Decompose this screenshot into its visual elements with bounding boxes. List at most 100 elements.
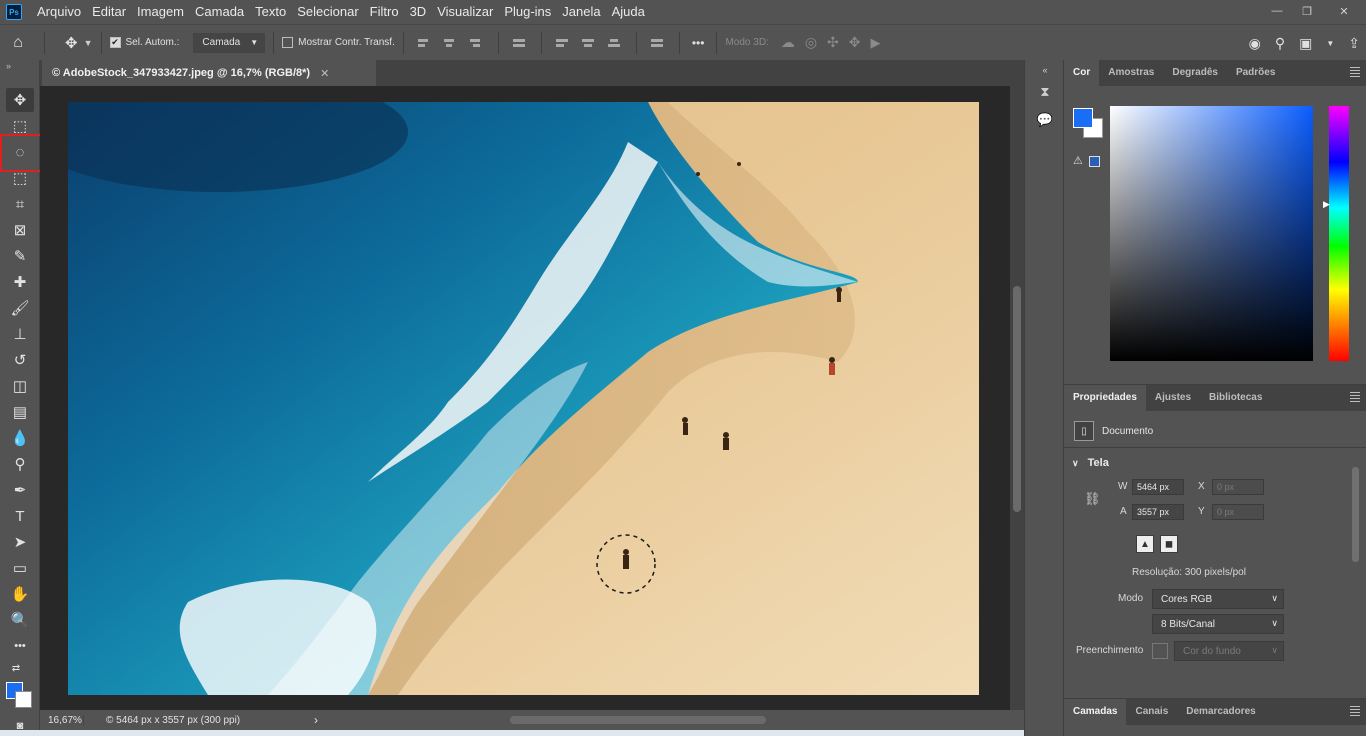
panel-menu-icon[interactable] [1350, 706, 1360, 716]
bit-depth-select[interactable]: 8 Bits/Canal ∨ [1152, 614, 1284, 634]
type-tool[interactable]: T [6, 504, 34, 528]
marquee-tool[interactable]: ⬚ [6, 114, 34, 138]
menu-selecionar[interactable]: Selecionar [292, 0, 364, 24]
menu-camada[interactable]: Camada [190, 0, 250, 24]
beach-photo[interactable] [68, 102, 979, 695]
foreground-color-chip[interactable] [1073, 108, 1093, 128]
path-select-tool[interactable]: ➤ [6, 530, 34, 554]
edit-toolbar[interactable]: ••• [6, 634, 34, 658]
gradient-tool[interactable]: ▤ [6, 400, 34, 424]
document-tab[interactable]: © AdobeStock_347933427.jpeg @ 16,7% (RGB… [42, 60, 376, 86]
eraser-tool[interactable]: ◫ [6, 374, 34, 398]
healing-brush-tool[interactable]: ✚ [6, 270, 34, 294]
align-center-v-icon[interactable] [581, 36, 596, 50]
home-icon[interactable]: ⌂ [0, 34, 36, 52]
tab-amostras[interactable]: Amostras [1099, 60, 1163, 86]
collapse-panels-icon[interactable]: « [1035, 60, 1055, 80]
menu-imagem[interactable]: Imagem [132, 0, 190, 24]
auto-select-checkbox[interactable]: ✔ [109, 37, 121, 48]
comments-panel-icon[interactable]: 💬 [1035, 110, 1055, 130]
background-color-swatch[interactable] [15, 691, 32, 708]
menu-ajuda[interactable]: Ajuda [607, 0, 651, 24]
search-icon[interactable]: ⚲ [1275, 35, 1285, 52]
close-window-button[interactable]: ✕ [1322, 0, 1366, 22]
workspace-icon[interactable]: ▣ [1299, 35, 1312, 52]
dodge-tool[interactable]: ⚲ [6, 452, 34, 476]
properties-scrollbar[interactable] [1350, 465, 1360, 675]
properties-scroll-thumb[interactable] [1352, 467, 1359, 562]
auto-select-target-dropdown[interactable]: Camada ▼ [193, 32, 266, 53]
gamut-warning-swatch[interactable] [1089, 156, 1100, 167]
tab-ajustes[interactable]: Ajustes [1146, 385, 1200, 411]
crop-tool[interactable]: ⌗ [6, 192, 34, 216]
hue-slider-marker[interactable]: ▶ [1323, 199, 1330, 210]
menu-filtro[interactable]: Filtro [365, 0, 405, 24]
menu-visualizar[interactable]: Visualizar [432, 0, 499, 24]
rectangle-tool[interactable]: ▭ [6, 556, 34, 580]
auto-select-toggle[interactable]: ✔ Sel. Autom.: [109, 37, 179, 48]
canvas-section-header[interactable]: ∨ Tela [1072, 457, 1109, 469]
align-top-icon[interactable] [555, 36, 570, 50]
tab-padroes[interactable]: Padrões [1227, 60, 1284, 86]
canvas-area[interactable] [40, 86, 1010, 710]
blur-tool[interactable]: 💧 [6, 426, 34, 450]
fill-color-swatch[interactable] [1152, 643, 1168, 659]
chevron-down-icon[interactable]: ▼ [1326, 39, 1334, 48]
menu-editar[interactable]: Editar [87, 0, 132, 24]
tab-degrades[interactable]: Degradês [1163, 60, 1227, 86]
align-bottom-icon[interactable] [607, 36, 622, 50]
slide-3d-icon[interactable]: ✥ [849, 34, 861, 51]
chevron-down-icon[interactable]: ▼ [84, 38, 93, 48]
video-3d-icon[interactable]: ▶ [871, 35, 881, 51]
close-tab-icon[interactable]: ✕ [320, 67, 329, 80]
portrait-orientation-icon[interactable]: ▲ [1136, 535, 1154, 553]
y-field[interactable]: 0 px [1212, 504, 1264, 520]
minimize-button[interactable]: — [1262, 0, 1292, 22]
color-field[interactable] [1110, 106, 1313, 361]
menu-janela[interactable]: Janela [557, 0, 606, 24]
swap-colors-icon[interactable]: ⇄ [2, 660, 30, 676]
horizontal-scrollbar[interactable] [330, 714, 1010, 726]
pen-tool[interactable]: ✒ [6, 478, 34, 502]
menu-3d[interactable]: 3D [405, 0, 433, 24]
move-tool-preset-icon[interactable]: ✥ [65, 34, 78, 52]
collapse-toolbar-icon[interactable]: » [0, 60, 39, 86]
align-right-icon[interactable] [469, 36, 484, 50]
menu-plugins[interactable]: Plug-ins [499, 0, 557, 24]
gamut-warning-icon[interactable]: ⚠ [1073, 154, 1083, 167]
eyedropper-tool[interactable]: ✎ [6, 244, 34, 268]
share-icon[interactable]: ⇪ [1348, 35, 1360, 52]
distribute-horizontal-icon[interactable] [650, 36, 665, 50]
roll-3d-icon[interactable]: ◎ [805, 34, 817, 51]
tab-camadas[interactable]: Camadas [1064, 699, 1127, 725]
align-left-icon[interactable] [417, 36, 432, 50]
restore-button[interactable]: ❐ [1292, 0, 1322, 22]
more-options-icon[interactable]: ••• [692, 36, 705, 50]
align-center-h-icon[interactable] [443, 36, 458, 50]
tab-cor[interactable]: Cor [1064, 60, 1100, 86]
clone-stamp-tool[interactable]: ⊥ [6, 322, 34, 346]
orbit-3d-icon[interactable]: ☁ [781, 34, 795, 51]
zoom-tool[interactable]: 🔍 [6, 608, 34, 632]
vertical-scrollbar[interactable] [1010, 86, 1024, 710]
menu-texto[interactable]: Texto [250, 0, 292, 24]
color-mode-select[interactable]: Cores RGB ∨ [1152, 589, 1284, 609]
panel-menu-icon[interactable] [1350, 67, 1360, 77]
link-dimensions-icon[interactable]: ⛓ [1084, 491, 1101, 507]
history-panel-icon[interactable]: ⧗ [1035, 82, 1055, 102]
tab-bibliotecas[interactable]: Bibliotecas [1200, 385, 1271, 411]
frame-tool[interactable]: ⊠ [6, 218, 34, 242]
brush-tool[interactable]: 🖌 [6, 296, 34, 320]
tab-demarcadores[interactable]: Demarcadores [1177, 699, 1264, 725]
history-brush-tool[interactable]: ↺ [6, 348, 34, 372]
hand-tool[interactable]: ✋ [6, 582, 34, 606]
object-select-tool[interactable]: ⬚ [6, 166, 34, 190]
distribute-vertical-icon[interactable] [512, 36, 527, 50]
width-field[interactable]: 5464 px [1132, 479, 1184, 495]
x-field[interactable]: 0 px [1212, 479, 1264, 495]
show-transform-toggle[interactable]: Mostrar Contr. Transf. [282, 37, 395, 48]
panel-menu-icon[interactable] [1350, 392, 1360, 402]
landscape-orientation-icon[interactable]: ◼ [1160, 535, 1178, 553]
vertical-scroll-thumb[interactable] [1013, 286, 1021, 512]
move-tool[interactable]: ✥ [6, 88, 34, 112]
